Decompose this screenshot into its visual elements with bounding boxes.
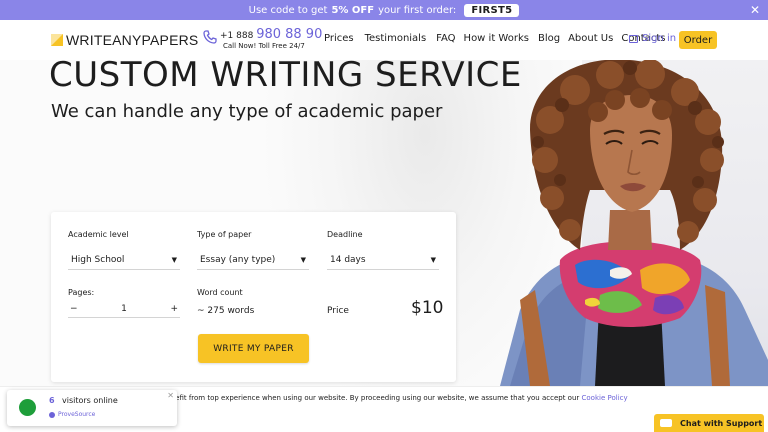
sign-in-link[interactable]: Sign in xyxy=(629,33,676,44)
hero-woman-image xyxy=(500,60,768,386)
promo-code: FIRST5 xyxy=(464,3,520,17)
pages-decrement-button[interactable]: − xyxy=(70,304,78,314)
nav-prices[interactable]: Prices xyxy=(324,33,354,44)
sign-in-icon xyxy=(629,34,638,43)
pages-increment-button[interactable]: + xyxy=(170,304,178,314)
visitors-count: 6 xyxy=(49,396,55,405)
paper-type-value: Essay (any type) xyxy=(200,254,276,265)
deadline-value: 14 days xyxy=(330,254,366,265)
chat-support-button[interactable]: Chat with Support xyxy=(654,414,764,432)
visitors-text: visitors online xyxy=(62,396,118,405)
dropdown-arrow-icon: ▼ xyxy=(430,256,436,264)
write-my-paper-button[interactable]: WRITE MY PAPER xyxy=(198,334,309,363)
sign-in-label: Sign in xyxy=(642,33,677,44)
paper-type-select[interactable]: Essay (any type) ▼ xyxy=(197,250,309,270)
paper-type-label: Type of paper xyxy=(197,230,252,239)
site-header: WRITEANYPAPERS +1 888 980 88 90 Call Now… xyxy=(0,20,768,60)
cookie-policy-link[interactable]: Cookie Policy xyxy=(582,394,628,402)
chat-bubble-icon xyxy=(660,419,672,427)
pages-label: Pages: xyxy=(68,288,95,297)
academic-level-value: High School xyxy=(71,254,125,265)
cookie-message: an benefit from top experience when usin… xyxy=(151,394,580,402)
provesource-badge[interactable]: ProveSource xyxy=(49,411,95,418)
dropdown-arrow-icon: ▼ xyxy=(300,256,306,264)
pages-value[interactable]: 1 xyxy=(118,304,130,314)
deadline-label: Deadline xyxy=(327,230,363,239)
phone-digits: 980 88 90 xyxy=(256,27,323,42)
academic-level-label: Academic level xyxy=(68,230,129,239)
price-label: Price xyxy=(327,306,349,316)
nav-about-us[interactable]: About Us xyxy=(568,33,613,44)
order-calculator: Academic level High School ▼ Type of pap… xyxy=(51,212,456,382)
dropdown-arrow-icon: ▼ xyxy=(171,256,177,264)
logo-text: WRITEANYPAPERS xyxy=(66,32,199,48)
visitors-popup: 6 visitors online ProveSource ✕ xyxy=(7,390,177,426)
cookie-text: an benefit from top experience when usin… xyxy=(151,394,628,402)
phone-prefix: +1 888 xyxy=(220,31,254,41)
phone-number: +1 888 980 88 90 xyxy=(220,27,322,42)
order-button[interactable]: Order xyxy=(679,31,717,49)
hero-subtitle: We can handle any type of academic paper xyxy=(51,101,443,122)
nav-testimonials[interactable]: Testimonials xyxy=(365,33,427,44)
nav-how-it-works[interactable]: How it Works xyxy=(464,33,529,44)
online-indicator-icon xyxy=(19,399,36,416)
close-icon[interactable]: ✕ xyxy=(750,3,760,17)
deadline-select[interactable]: 14 days ▼ xyxy=(327,250,439,270)
nav-faq[interactable]: FAQ xyxy=(436,33,455,44)
provesource-label: ProveSource xyxy=(58,411,96,418)
main-nav: Prices Testimonials FAQ How it Works Blo… xyxy=(324,33,665,44)
verified-check-icon xyxy=(49,411,55,418)
promo-discount: 5% OFF xyxy=(331,4,375,16)
logo[interactable]: WRITEANYPAPERS xyxy=(51,32,199,48)
word-count-label: Word count xyxy=(197,288,243,297)
logo-mark-icon xyxy=(51,34,63,46)
promo-text-after: your first order: xyxy=(378,4,457,16)
pages-stepper: − 1 + xyxy=(68,304,180,318)
phone-subtext: Call Now! Toll Free 24/7 xyxy=(223,42,305,50)
price-value: $10 xyxy=(411,298,444,318)
hero-title: CUSTOM WRITING SERVICE xyxy=(49,55,522,95)
academic-level-select[interactable]: High School ▼ xyxy=(68,250,180,270)
phone-icon xyxy=(203,30,217,44)
promo-text-before: Use code to get xyxy=(248,4,328,16)
word-count-value: ~ 275 words xyxy=(197,306,255,316)
close-icon[interactable]: ✕ xyxy=(167,391,174,400)
promo-bar: Use code to get 5% OFF your first order:… xyxy=(0,0,768,20)
chat-label: Chat with Support xyxy=(680,418,763,428)
nav-blog[interactable]: Blog xyxy=(538,33,560,44)
